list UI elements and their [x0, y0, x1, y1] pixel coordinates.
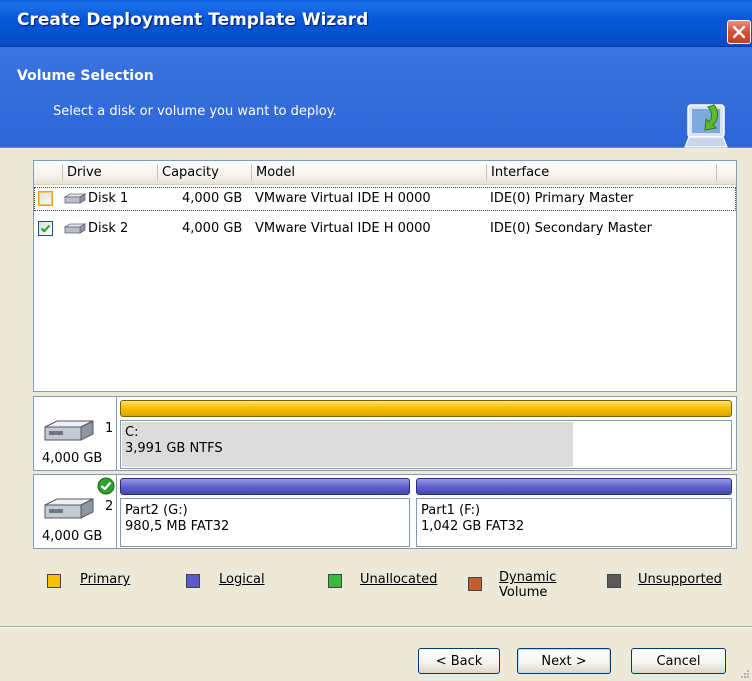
- drive-interface: IDE(0) Secondary Master: [490, 221, 652, 236]
- legend-label-line: Dynamic: [499, 570, 557, 585]
- disk-2-checkbox[interactable]: [38, 221, 53, 236]
- legend-label: Unsupported: [638, 572, 722, 587]
- disk-map-disk-1[interactable]: 1 4,000 GB C: 3,991 GB NTFS: [33, 396, 737, 471]
- disk-size: 4,000 GB: [42, 529, 103, 544]
- checkmark-icon: [40, 224, 51, 233]
- drive-model: VMware Virtual IDE H 0000: [255, 191, 431, 206]
- partition-info: 980,5 MB FAT32: [125, 519, 230, 534]
- partition-type-bar: [120, 400, 732, 417]
- page-title: Volume Selection: [17, 68, 154, 84]
- column-separator: [62, 164, 63, 181]
- partition-type-bar: [120, 478, 410, 495]
- partition-f[interactable]: Part1 (F:) 1,042 GB FAT32: [415, 477, 733, 548]
- hard-disk-icon: [64, 193, 86, 204]
- next-button[interactable]: Next >: [517, 648, 611, 674]
- legend-swatch: [468, 577, 482, 591]
- partition-info: 3,991 GB NTFS: [125, 441, 223, 456]
- title-bar: Create Deployment Template Wizard: [0, 0, 752, 47]
- drive-capacity: 4,000 GB: [182, 221, 243, 236]
- wizard-header: Volume Selection Select a disk or volume…: [0, 47, 752, 148]
- drive-row-disk-1[interactable]: Disk 1 4,000 GB VMware Virtual IDE H 000…: [34, 187, 736, 211]
- legend-swatch: [186, 574, 200, 588]
- partition-c[interactable]: C: 3,991 GB NTFS: [119, 399, 733, 470]
- column-separator: [251, 164, 252, 181]
- column-header-drive[interactable]: Drive: [67, 165, 102, 180]
- legend-label: Unallocated: [360, 572, 438, 587]
- legend-label-line: Volume: [499, 585, 548, 600]
- hard-disk-icon: [44, 498, 94, 519]
- legend-label: Primary: [80, 572, 131, 587]
- column-header-interface[interactable]: Interface: [491, 165, 549, 180]
- deploy-computer-icon: [684, 104, 728, 148]
- legend-label: Logical: [219, 572, 265, 587]
- disk-1-checkbox[interactable]: [38, 191, 53, 206]
- window-title: Create Deployment Template Wizard: [17, 10, 369, 30]
- selected-check-icon: [97, 477, 115, 495]
- close-button[interactable]: [727, 20, 751, 44]
- hard-disk-icon: [44, 420, 94, 441]
- partition-body: Part2 (G:) 980,5 MB FAT32: [120, 498, 410, 547]
- legend-swatch: [607, 574, 621, 588]
- legend-swatch: [47, 574, 61, 588]
- disk-size: 4,000 GB: [42, 451, 103, 466]
- drive-list-header: Drive Capacity Model Interface: [34, 161, 736, 185]
- partition-body: C: 3,991 GB NTFS: [120, 420, 732, 469]
- legend-label: Dynamic Volume: [499, 570, 556, 600]
- disk-number: 1: [105, 421, 114, 436]
- close-icon: [732, 25, 746, 39]
- column-header-capacity[interactable]: Capacity: [162, 165, 219, 180]
- legend-swatch: [328, 574, 342, 588]
- drive-list[interactable]: Drive Capacity Model Interface Disk 1 4,…: [33, 160, 737, 392]
- column-separator: [716, 164, 717, 181]
- disk-map-disk-2[interactable]: 2 4,000 GB Part2 (G:) 980,5 MB FAT32 Par…: [33, 474, 737, 549]
- hard-disk-icon: [64, 223, 86, 234]
- partition-body: Part1 (F:) 1,042 GB FAT32: [416, 498, 732, 547]
- drive-capacity: 4,000 GB: [182, 191, 243, 206]
- drive-interface: IDE(0) Primary Master: [490, 191, 634, 206]
- column-header-model[interactable]: Model: [256, 165, 295, 180]
- resize-grip-icon[interactable]: [738, 667, 750, 679]
- partition-label: C: 3,991 GB NTFS: [125, 425, 223, 457]
- drive-name: Disk 1: [88, 191, 129, 206]
- partition-label: Part1 (F:) 1,042 GB FAT32: [421, 503, 524, 535]
- back-button[interactable]: < Back: [418, 648, 500, 674]
- disk-1-partitions: C: 3,991 GB NTFS: [117, 396, 737, 471]
- column-separator: [486, 164, 487, 181]
- disk-number: 2: [105, 499, 114, 514]
- partition-g[interactable]: Part2 (G:) 980,5 MB FAT32: [119, 477, 411, 548]
- drive-model: VMware Virtual IDE H 0000: [255, 221, 431, 236]
- partition-type-bar: [416, 478, 732, 495]
- partition-name: Part2 (G:): [125, 503, 188, 518]
- button-separator: [0, 626, 752, 628]
- disk-2-partitions: Part2 (G:) 980,5 MB FAT32 Part1 (F:) 1,0…: [117, 474, 737, 549]
- column-separator: [157, 164, 158, 181]
- disk-1-info[interactable]: 1 4,000 GB: [33, 396, 117, 471]
- drive-name: Disk 2: [88, 221, 129, 236]
- partition-name: C:: [125, 425, 139, 440]
- page-subtitle: Select a disk or volume you want to depl…: [53, 104, 337, 119]
- drive-row-disk-2[interactable]: Disk 2 4,000 GB VMware Virtual IDE H 000…: [34, 217, 736, 241]
- partition-info: 1,042 GB FAT32: [421, 519, 525, 534]
- cancel-button[interactable]: Cancel: [631, 648, 726, 674]
- disk-2-info[interactable]: 2 4,000 GB: [33, 474, 117, 549]
- partition-name: Part1 (F:): [421, 503, 481, 518]
- partition-label: Part2 (G:) 980,5 MB FAT32: [125, 503, 229, 535]
